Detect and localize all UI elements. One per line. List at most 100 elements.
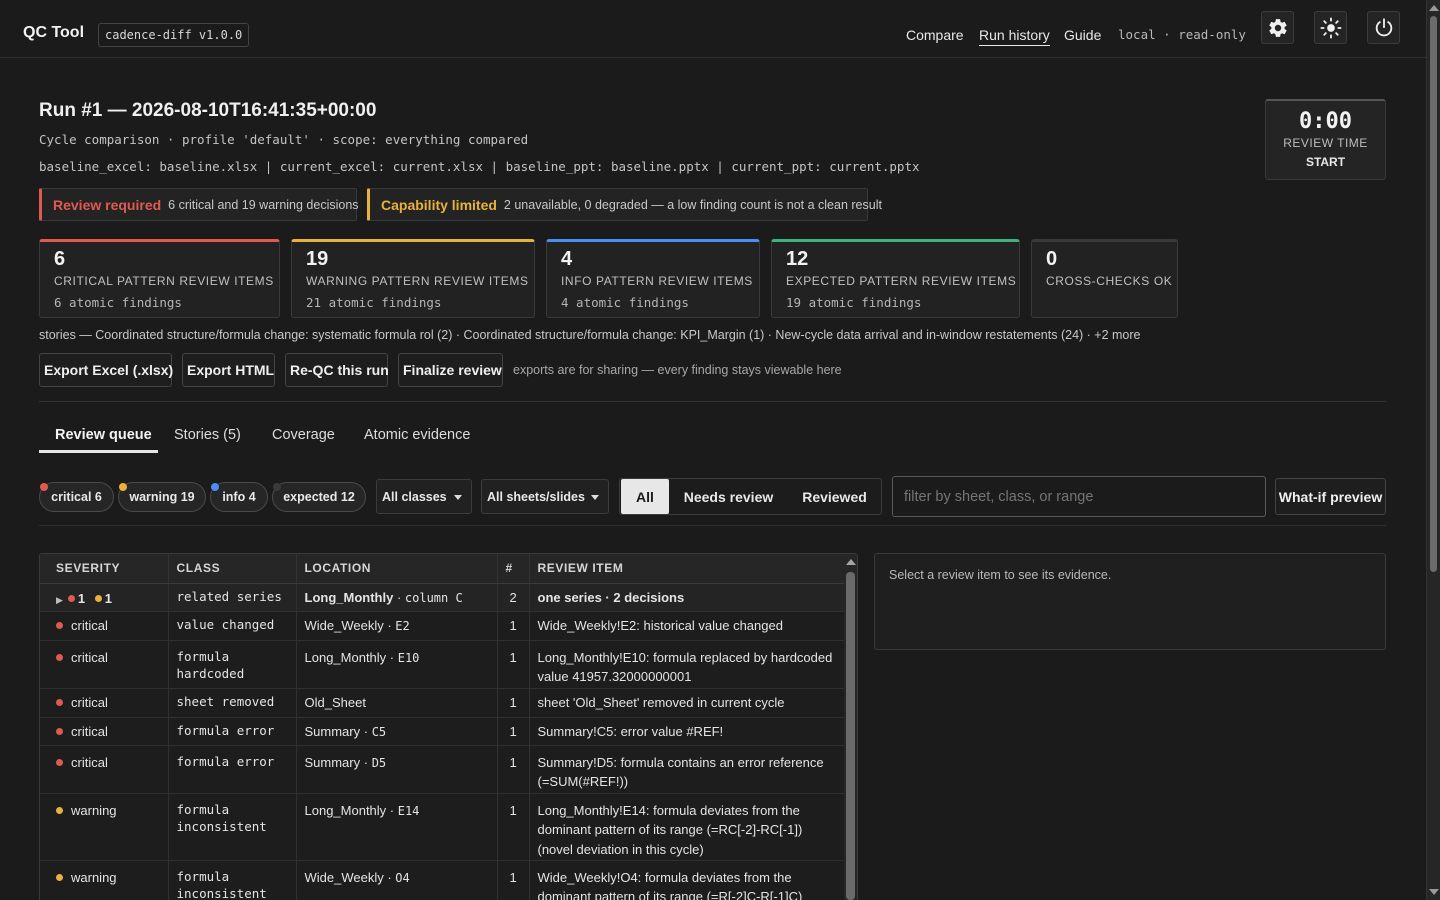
chip-label: info 4 bbox=[222, 490, 256, 504]
location-range: D5 bbox=[371, 755, 387, 770]
stat-card-critical[interactable]: 6 CRITICAL PATTERN REVIEW ITEMS 6 atomic… bbox=[39, 239, 280, 318]
stat-card-warning[interactable]: 19 WARNING PATTERN REVIEW ITEMS 21 atomi… bbox=[291, 239, 535, 318]
segment-all[interactable]: All bbox=[621, 479, 669, 514]
export-excel-button[interactable]: Export Excel (.xlsx) bbox=[39, 353, 173, 387]
class-select-value: All classes bbox=[382, 489, 447, 504]
segment-reviewed[interactable]: Reviewed bbox=[790, 479, 879, 514]
review-item-cell: Summary!C5: error value #REF! bbox=[529, 717, 846, 746]
evidence-placeholder: Select a review item to see its evidence… bbox=[889, 568, 1112, 582]
stories-summary[interactable]: stories — Coordinated structure/formula … bbox=[39, 328, 1141, 342]
chip-warning[interactable]: warning 19 bbox=[118, 482, 206, 512]
location-cell: Summary · D5 bbox=[296, 745, 498, 794]
severity-cell: critical bbox=[40, 745, 169, 794]
settings-button[interactable] bbox=[1261, 11, 1294, 44]
review-queue-table: SEVERITY CLASS LOCATION # REVIEW ITEM ▶ 1… bbox=[39, 553, 858, 900]
review-timer: 0:00 REVIEW TIME START bbox=[1265, 99, 1386, 180]
class-cell: formula inconsistent bbox=[168, 860, 297, 900]
table-row[interactable]: critical formula error Summary · C5 1 Su… bbox=[40, 717, 846, 746]
chip-expected[interactable]: expected 12 bbox=[272, 482, 366, 512]
count-cell: 2 bbox=[497, 583, 530, 612]
export-note: exports are for sharing — every finding … bbox=[513, 363, 842, 377]
stat-sub: 4 atomic findings bbox=[561, 295, 689, 310]
col-header-count[interactable]: # bbox=[497, 554, 530, 584]
banner-title: Capability limited bbox=[381, 196, 497, 213]
location-range: E14 bbox=[397, 803, 420, 818]
segment-needs-review[interactable]: Needs review bbox=[675, 479, 782, 514]
theme-toggle-button[interactable] bbox=[1314, 11, 1347, 44]
scroll-thumb[interactable] bbox=[846, 572, 855, 900]
tab-coverage[interactable]: Coverage bbox=[272, 427, 335, 443]
capability-limited-banner: Capability limited 2 unavailable, 0 degr… bbox=[367, 188, 882, 221]
table-row[interactable]: critical sheet removed Old_Sheet 1 sheet… bbox=[40, 688, 846, 718]
re-qc-button[interactable]: Re-QC this run bbox=[285, 353, 389, 387]
sheet-select[interactable]: All sheets/slides bbox=[481, 479, 609, 514]
table-row[interactable]: critical value changed Wide_Weekly · E2 … bbox=[40, 611, 846, 641]
stat-card-info[interactable]: 4 INFO PATTERN REVIEW ITEMS 4 atomic fin… bbox=[546, 239, 760, 318]
severity-label: critical bbox=[71, 754, 108, 770]
stat-count: 6 bbox=[54, 248, 66, 270]
nav-run-history[interactable]: Run history bbox=[979, 27, 1050, 46]
export-html-button[interactable]: Export HTML bbox=[182, 353, 275, 387]
timer-start-button[interactable]: START bbox=[1266, 155, 1385, 169]
table-scrollbar[interactable] bbox=[844, 554, 857, 900]
scroll-up-icon[interactable] bbox=[846, 559, 856, 565]
scroll-thumb[interactable] bbox=[1430, 16, 1437, 572]
page-scrollbar[interactable] bbox=[1426, 0, 1440, 900]
scroll-down-icon[interactable] bbox=[1429, 889, 1439, 895]
run-subtitle: Cycle comparison · profile 'default' · s… bbox=[39, 132, 529, 147]
version-badge: cadence-diff v1.0.0 bbox=[98, 23, 250, 47]
class-cell: related series bbox=[168, 583, 297, 612]
table-row[interactable]: warning formula inconsistent Wide_Weekly… bbox=[40, 860, 846, 900]
table-row[interactable]: critical formula error Summary · D5 1 Su… bbox=[40, 745, 846, 794]
location-sheet: Long_Monthly bbox=[304, 649, 387, 665]
col-header-location[interactable]: LOCATION bbox=[296, 554, 498, 584]
stat-card-expected[interactable]: 12 EXPECTED PATTERN REVIEW ITEMS 19 atom… bbox=[771, 239, 1020, 318]
expand-caret-icon[interactable]: ▶ bbox=[56, 595, 63, 605]
severity-label: critical bbox=[71, 694, 108, 710]
mode-badge: local · read-only bbox=[1118, 27, 1246, 42]
gear-icon bbox=[1268, 18, 1287, 37]
location-range: E10 bbox=[397, 650, 420, 665]
top-bar: QC Tool cadence-diff v1.0.0 Compare Run … bbox=[0, 0, 1426, 58]
class-select[interactable]: All classes bbox=[376, 479, 472, 514]
tab-atomic-evidence[interactable]: Atomic evidence bbox=[364, 427, 470, 443]
table-row[interactable]: warning formula inconsistent Long_Monthl… bbox=[40, 793, 846, 861]
search-input[interactable] bbox=[892, 476, 1266, 517]
count-cell: 1 bbox=[497, 745, 530, 794]
severity-cell: critical bbox=[40, 688, 169, 718]
col-header-class[interactable]: CLASS bbox=[168, 554, 297, 584]
col-header-review-item[interactable]: REVIEW ITEM bbox=[529, 554, 846, 584]
chip-label: warning 19 bbox=[129, 490, 195, 504]
class-cell: formula error bbox=[168, 745, 297, 794]
location-cell: Long_Monthly · column C bbox=[296, 583, 498, 612]
group-severity-cell: ▶ 1 1 bbox=[40, 583, 169, 612]
stat-sub: 19 atomic findings bbox=[786, 295, 922, 310]
chip-critical[interactable]: critical 6 bbox=[39, 482, 114, 512]
tab-review-queue[interactable]: Review queue bbox=[55, 427, 152, 443]
table-row[interactable]: critical formula hardcoded Long_Monthly … bbox=[40, 640, 846, 689]
severity-label: critical bbox=[71, 617, 108, 633]
severity-cell: warning bbox=[40, 860, 169, 900]
group-critical-count: 1 bbox=[77, 590, 86, 606]
what-if-preview-button[interactable]: What-if preview bbox=[1275, 478, 1386, 515]
stat-sub: 6 atomic findings bbox=[54, 295, 182, 310]
banner-detail: 6 critical and 19 warning decisions bbox=[168, 197, 359, 212]
location-sheet: Summary bbox=[304, 723, 361, 739]
table-header-row: SEVERITY CLASS LOCATION # REVIEW ITEM bbox=[40, 554, 846, 584]
table-group-row[interactable]: ▶ 1 1 related series Long_Monthly · colum… bbox=[40, 583, 846, 612]
severity-dot bbox=[56, 621, 63, 629]
finalize-review-button[interactable]: Finalize review bbox=[398, 353, 503, 387]
nav-compare[interactable]: Compare bbox=[906, 27, 964, 43]
page-title: Run #1 — 2026-08-10T16:41:35+00:00 bbox=[39, 100, 377, 121]
chip-info[interactable]: info 4 bbox=[210, 482, 268, 512]
scroll-up-icon[interactable] bbox=[1429, 5, 1439, 11]
col-header-severity[interactable]: SEVERITY bbox=[40, 554, 169, 584]
tab-stories[interactable]: Stories (5) bbox=[174, 427, 241, 443]
location-sheet: Long_Monthly bbox=[304, 802, 387, 818]
review-required-banner: Review required 6 critical and 19 warnin… bbox=[39, 188, 359, 221]
chip-label: critical 6 bbox=[51, 490, 102, 504]
severity-cell: critical bbox=[40, 717, 169, 746]
severity-dot bbox=[56, 653, 63, 661]
nav-guide[interactable]: Guide bbox=[1064, 27, 1101, 43]
shutdown-button[interactable] bbox=[1367, 11, 1400, 44]
